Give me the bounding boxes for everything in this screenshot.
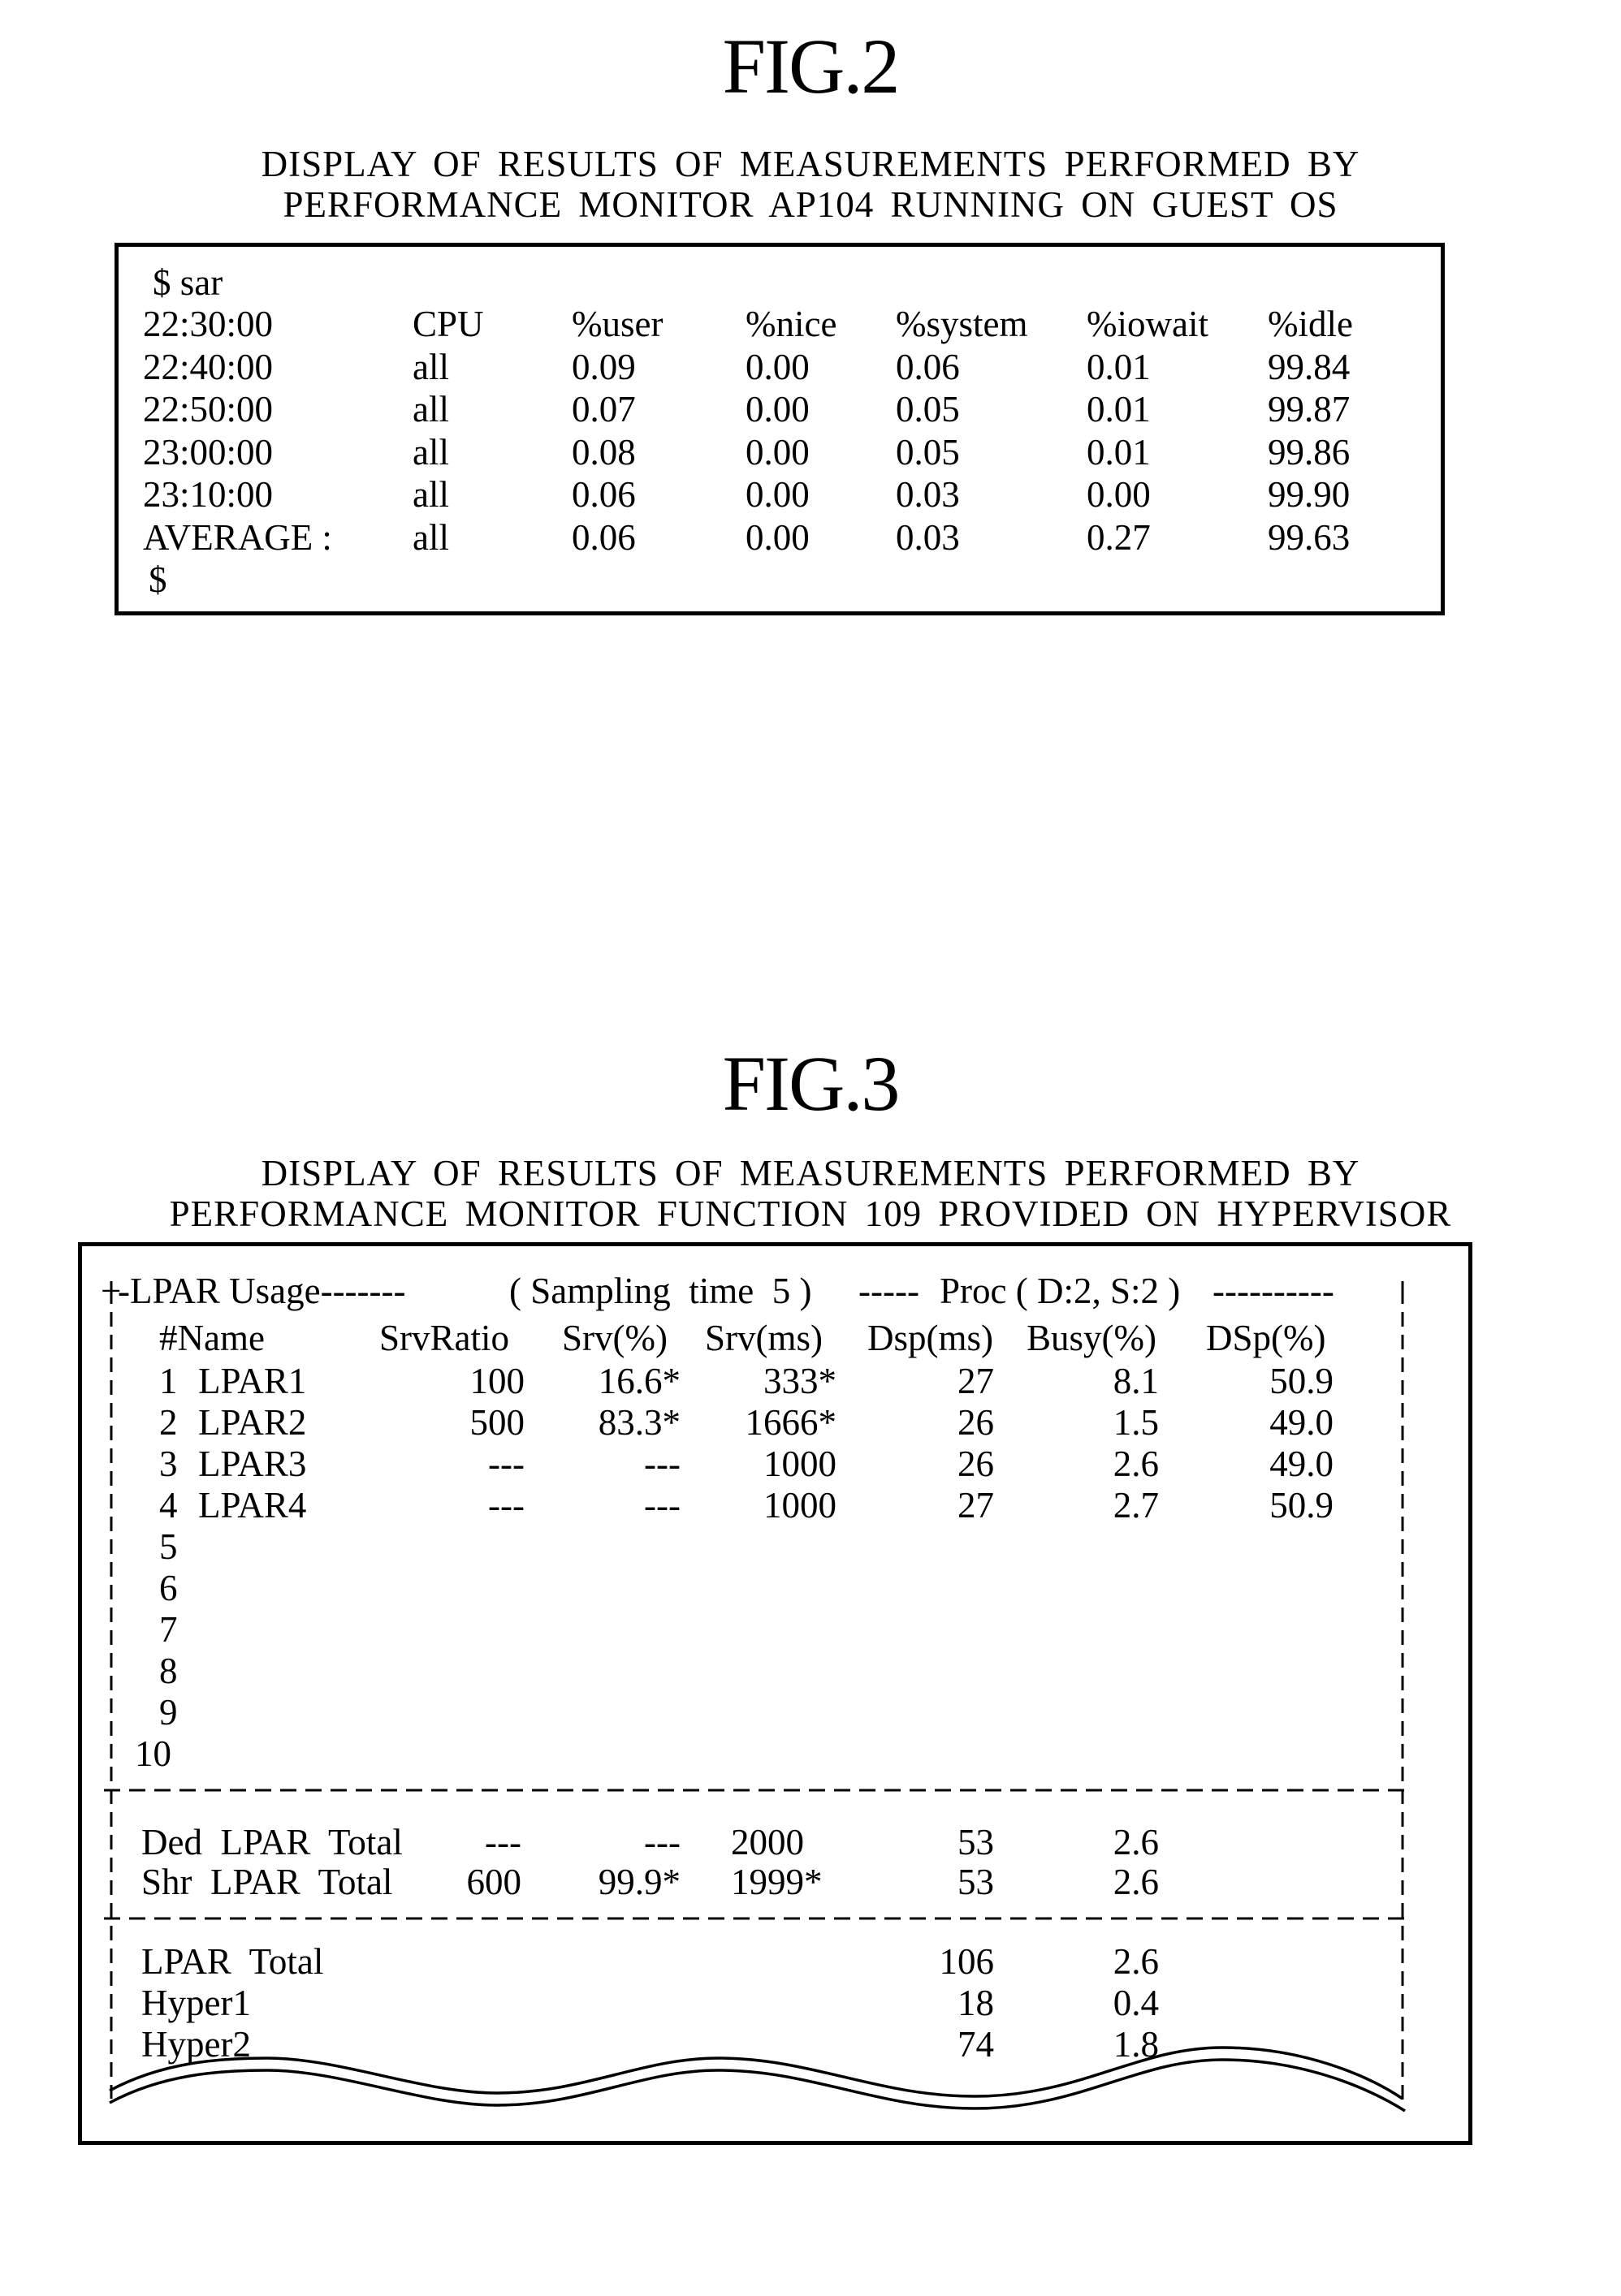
lpar-number: 6 <box>159 1568 178 1608</box>
cell-dsp-ms: 53 <box>957 1862 994 1902</box>
column-header: SrvRatio <box>379 1318 510 1358</box>
cell-dsp-ms: 18 <box>957 1983 994 2023</box>
cell-srv-ms: 2000 <box>731 1822 804 1862</box>
total-label: Hyper1 <box>141 1983 251 2023</box>
cell-srv-ratio: --- <box>485 1822 521 1862</box>
column-header: Busy(%) <box>1027 1318 1156 1358</box>
cell-dsp-ms: 74 <box>957 2024 994 2065</box>
lpar-name: LPAR4 <box>198 1485 307 1526</box>
total-label: LPAR Total <box>141 1941 324 1982</box>
lpar-number: 9 <box>159 1692 178 1733</box>
lpar-number: 8 <box>159 1651 178 1691</box>
cell-srv-pct: 16.6* <box>598 1361 681 1401</box>
cell-srv-ms: 1666* <box>745 1402 837 1443</box>
banner-sampling: ( Sampling time 5 ) <box>509 1271 812 1311</box>
subtotal-label: Ded LPAR Total <box>141 1822 403 1862</box>
cell-dsp-ms: 27 <box>957 1485 994 1526</box>
cell-srv-ms: 1000 <box>763 1444 836 1484</box>
cell-busy-pct: 2.7 <box>1113 1485 1159 1526</box>
column-header: Srv(ms) <box>705 1318 823 1358</box>
column-header: Dsp(ms) <box>867 1318 993 1358</box>
cell-srv-ms: 1000 <box>763 1485 836 1526</box>
banner-lpar-usage: -LPAR Usage------- <box>118 1271 406 1311</box>
lpar-number: 10 <box>135 1733 171 1774</box>
banner-proc: Proc ( D:2, S:2 ) <box>940 1271 1181 1311</box>
cell-busy-pct: 8.1 <box>1113 1361 1159 1401</box>
lpar-number: 3 <box>159 1444 178 1484</box>
cell-busy-pct: 2.6 <box>1113 1822 1159 1862</box>
lpar-number: 5 <box>159 1526 178 1567</box>
cell-dsp-ms: 27 <box>957 1361 994 1401</box>
cell-srv-ratio: 500 <box>469 1402 525 1443</box>
subtotal-label: Shr LPAR Total <box>141 1862 393 1902</box>
cell-busy-pct: 0.4 <box>1113 1983 1159 2023</box>
cell-srv-ratio: 100 <box>469 1361 525 1401</box>
cell-srv-ratio: --- <box>488 1444 525 1484</box>
banner-proc-dashes: ----- <box>858 1271 919 1311</box>
break-wave-lower <box>109 2058 1406 2113</box>
lpar-number: 4 <box>159 1485 178 1526</box>
cell-dsp-pct: 50.9 <box>1269 1361 1334 1401</box>
column-header: Srv(%) <box>562 1318 668 1358</box>
cell-srv-pct: --- <box>644 1444 681 1484</box>
cell-srv-ms: 333* <box>763 1361 836 1401</box>
cell-dsp-ms: 26 <box>957 1444 994 1484</box>
cell-dsp-pct: 49.0 <box>1269 1444 1334 1484</box>
cell-srv-pct: --- <box>644 1822 681 1862</box>
banner-tail: ---------- <box>1213 1271 1334 1311</box>
cell-busy-pct: 2.6 <box>1113 1941 1159 1982</box>
column-header: DSp(%) <box>1206 1318 1326 1358</box>
cell-busy-pct: 1.8 <box>1113 2024 1159 2065</box>
cell-dsp-ms: 106 <box>939 1941 995 1982</box>
cell-busy-pct: 2.6 <box>1113 1862 1159 1902</box>
total-label: Hyper2 <box>141 2024 251 2065</box>
cell-srv-ms: 1999* <box>731 1862 823 1902</box>
cell-srv-ratio: --- <box>488 1485 525 1526</box>
cell-srv-pct: 83.3* <box>598 1402 681 1443</box>
lpar-number: 7 <box>159 1609 178 1650</box>
lpar-name: LPAR2 <box>198 1402 307 1443</box>
cell-dsp-pct: 49.0 <box>1269 1402 1334 1443</box>
cell-dsp-pct: 50.9 <box>1269 1485 1334 1526</box>
lpar-name: LPAR3 <box>198 1444 307 1484</box>
column-header: #Name <box>159 1318 265 1358</box>
lpar-name: LPAR1 <box>198 1361 307 1401</box>
lpar-number: 1 <box>159 1361 178 1401</box>
lpar-number: 2 <box>159 1402 178 1443</box>
cell-dsp-ms: 26 <box>957 1402 994 1443</box>
cell-srv-pct: 99.9* <box>598 1862 681 1902</box>
cell-busy-pct: 2.6 <box>1113 1444 1159 1484</box>
cell-srv-pct: --- <box>644 1485 681 1526</box>
cell-srv-ratio: 600 <box>466 1862 522 1902</box>
cell-busy-pct: 1.5 <box>1113 1402 1159 1443</box>
cell-dsp-ms: 53 <box>957 1822 994 1862</box>
